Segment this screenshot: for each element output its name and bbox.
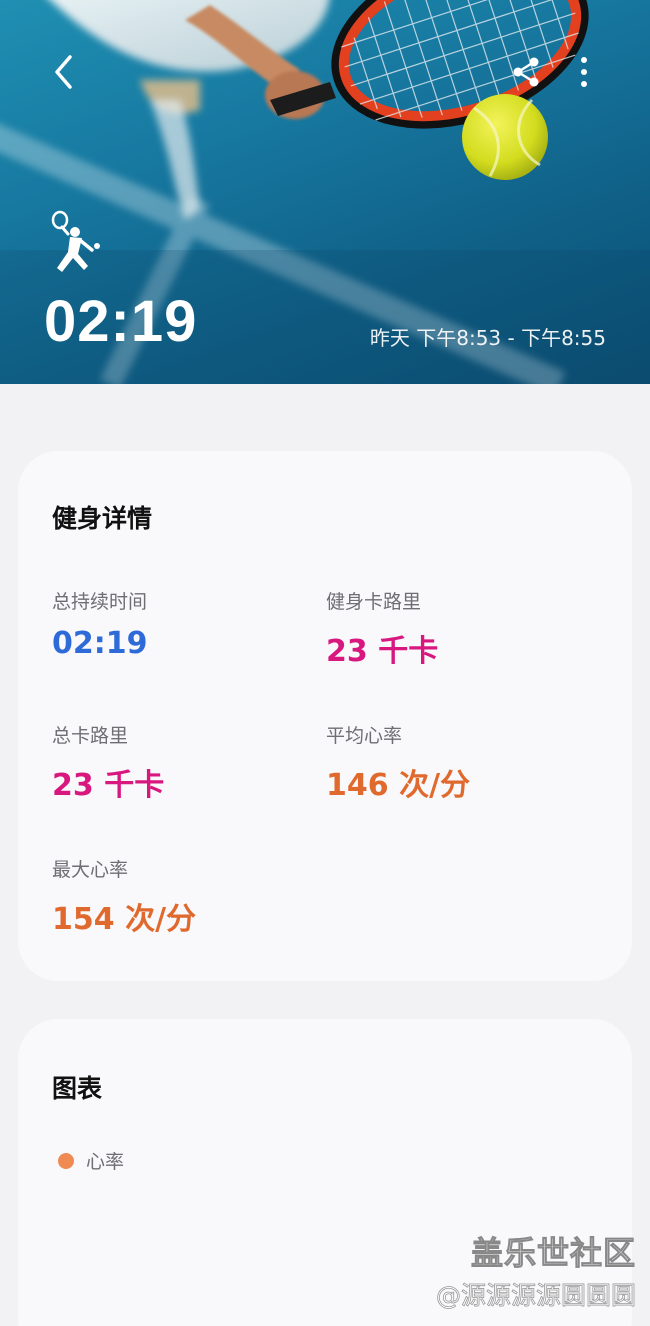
metric-label: 总卡路里 — [52, 725, 129, 747]
metric-label: 健身卡路里 — [326, 591, 422, 613]
details-title: 健身详情 — [52, 504, 153, 533]
back-button[interactable] — [36, 44, 92, 100]
more-options-button[interactable] — [560, 44, 608, 100]
legend-dot-icon — [58, 1152, 74, 1169]
tennis-player-icon — [51, 210, 100, 272]
watermark-title: 盖乐世社区 — [470, 1234, 636, 1273]
metric-value: 02:19 — [52, 626, 148, 661]
metric-label: 平均心率 — [326, 725, 403, 747]
workout-details-card: 健身详情 总持续时间 02:19 健身卡路里 23 千卡 总卡路里 23 千卡 … — [18, 451, 632, 981]
chart-title: 图表 — [52, 1074, 103, 1103]
metric-max-heart-rate: 最大心率 154 次/分 — [52, 855, 196, 938]
metric-label: 总持续时间 — [52, 591, 148, 613]
more-vertical-icon — [581, 57, 587, 87]
share-icon — [513, 57, 539, 87]
legend-label: 心率 — [86, 1151, 125, 1173]
workout-duration: 02:19 — [44, 289, 198, 354]
metric-value: 154 次/分 — [52, 902, 197, 937]
metric-total-duration: 总持续时间 02:19 — [52, 587, 148, 661]
metric-label: 最大心率 — [52, 859, 129, 881]
chart-legend: 心率 — [58, 1147, 124, 1174]
back-chevron-icon — [55, 55, 72, 89]
share-button[interactable] — [498, 44, 554, 100]
metric-workout-calories: 健身卡路里 23 千卡 — [326, 587, 438, 670]
workout-time-range: 昨天 下午8:53 - 下午8:55 — [369, 326, 606, 350]
metric-value: 23 千卡 — [52, 768, 165, 803]
metric-average-heart-rate: 平均心率 146 次/分 — [326, 721, 470, 804]
metric-total-calories: 总卡路里 23 千卡 — [52, 721, 164, 804]
workout-header-banner: 02:19 昨天 下午8:53 - 下午8:55 — [0, 0, 650, 384]
metric-value: 146 次/分 — [326, 768, 471, 803]
watermark-subtitle: @源源源源圆圆圆 — [435, 1281, 637, 1311]
metric-value: 23 千卡 — [326, 634, 439, 669]
